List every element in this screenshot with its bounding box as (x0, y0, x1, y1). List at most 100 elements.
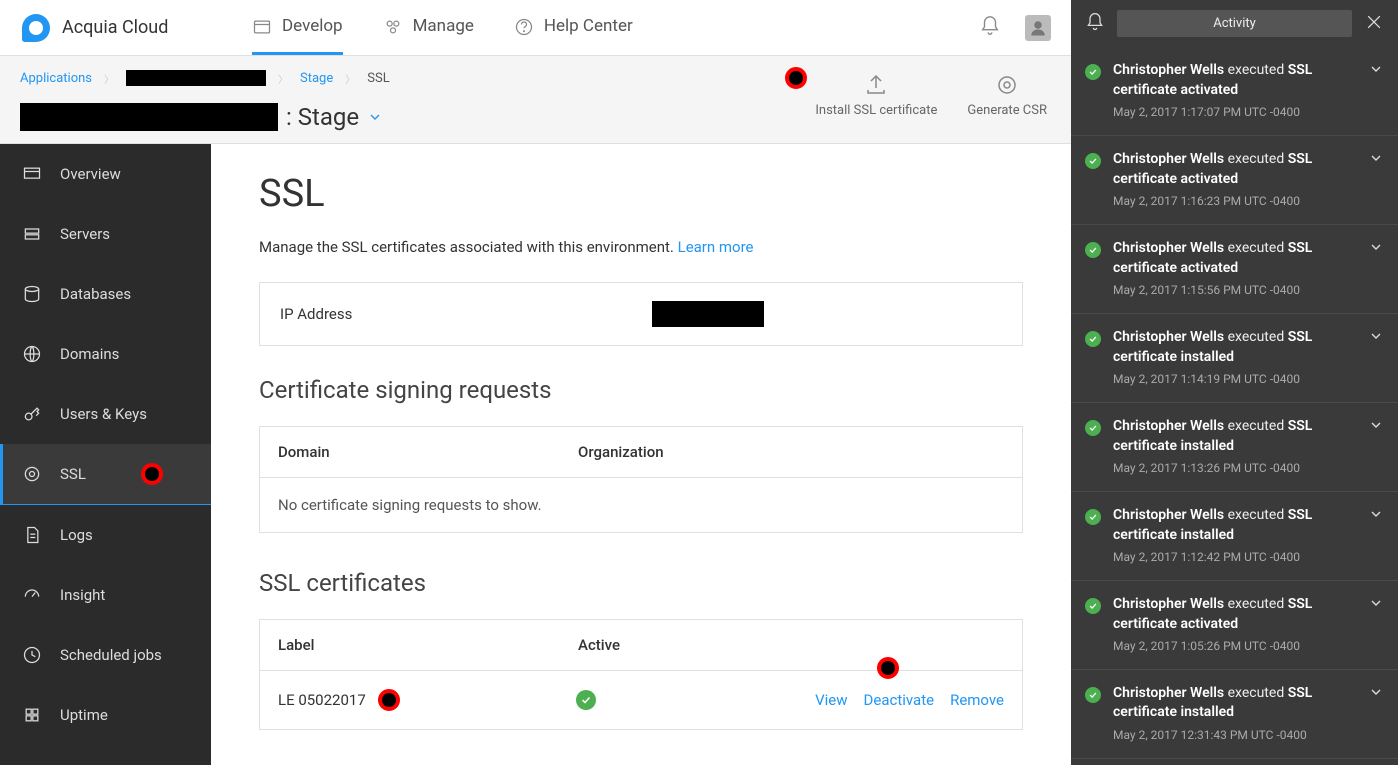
tab-help[interactable]: Help Center (514, 0, 633, 55)
activity-bell-icon[interactable] (1085, 12, 1105, 36)
activity-item[interactable]: Christopher Wells executed SSL certifica… (1071, 47, 1398, 136)
cert-col-label: Label (278, 636, 578, 654)
cert-deactivate-link[interactable]: Deactivate (864, 691, 935, 709)
sidebar-item-uptime[interactable]: Uptime (0, 685, 211, 745)
breadcrumb-ssl: SSL (367, 71, 389, 86)
success-check-icon (1085, 153, 1101, 169)
activity-button[interactable]: Activity (1117, 10, 1352, 37)
chevron-down-icon[interactable] (1368, 417, 1384, 437)
activity-item[interactable]: Christopher Wells executed SSL certifica… (1071, 492, 1398, 581)
activity-item[interactable]: Christopher Wells executed SSL certifica… (1071, 136, 1398, 225)
cert-row: LE 05022017 View Deactivate Remove (260, 671, 1022, 729)
annotation-marker (877, 657, 899, 679)
sidebar-label: Overview (60, 165, 121, 183)
activity-user: Christopher Wells (1113, 685, 1224, 701)
activity-item[interactable]: Christopher Wells executed SSL certifica… (1071, 403, 1398, 492)
sidebar-item-logs[interactable]: Logs (0, 505, 211, 565)
activity-user: Christopher Wells (1113, 240, 1224, 256)
close-icon[interactable] (1364, 12, 1384, 36)
install-ssl-label: Install SSL certificate (815, 103, 937, 118)
chevron-down-icon[interactable] (1368, 150, 1384, 170)
sidebar-item-databases[interactable]: Databases (0, 264, 211, 324)
activity-item[interactable]: Christopher Wells executed SSL certifica… (1071, 225, 1398, 314)
sidebar-item-insight[interactable]: Insight (0, 565, 211, 625)
page-description: Manage the SSL certificates associated w… (259, 238, 1023, 256)
chevron-down-icon[interactable] (1368, 239, 1384, 259)
globe-icon (22, 344, 42, 364)
csr-empty-row: No certificate signing requests to show. (260, 478, 1022, 532)
activity-timestamp: May 2, 2017 1:14:19 PM UTC -0400 (1113, 371, 1356, 388)
learn-more-link[interactable]: Learn more (678, 238, 754, 256)
chevron-down-icon[interactable] (1368, 684, 1384, 704)
sidebar-label: Domains (60, 345, 119, 363)
activity-panel: Activity Christopher Wells executed SSL … (1071, 0, 1398, 765)
cert-view-link[interactable]: View (815, 691, 847, 709)
activity-user: Christopher Wells (1113, 329, 1224, 345)
manage-icon (383, 17, 403, 35)
success-check-icon (1085, 420, 1101, 436)
env-suffix: : Stage (286, 103, 359, 131)
success-check-icon (1085, 509, 1101, 525)
sidebar-label: Logs (60, 526, 93, 544)
cert-label: LE 05022017 (278, 691, 366, 709)
activity-verb: executed (1228, 685, 1285, 701)
tab-manage[interactable]: Manage (383, 0, 474, 55)
csr-col-org: Organization (578, 443, 664, 461)
upload-icon (864, 73, 888, 97)
activity-verb: executed (1228, 596, 1285, 612)
csr-heading: Certificate signing requests (259, 376, 1023, 404)
tab-develop-label: Develop (282, 16, 343, 36)
success-check-icon (1085, 331, 1101, 347)
activity-user: Christopher Wells (1113, 507, 1224, 523)
cert-remove-link[interactable]: Remove (950, 691, 1004, 709)
activity-timestamp: May 2, 2017 1:12:42 PM UTC -0400 (1113, 549, 1356, 566)
annotation-marker (141, 463, 163, 485)
ip-address-box: IP Address (259, 282, 1023, 346)
gear-badge-icon (995, 73, 1019, 97)
sidebar-item-servers[interactable]: Servers (0, 204, 211, 264)
user-avatar[interactable] (1025, 15, 1051, 41)
install-ssl-button[interactable]: Install SSL certificate (815, 73, 937, 118)
activity-verb: executed (1228, 62, 1285, 78)
activity-item[interactable]: Christopher Wells executed SSL certifica… (1071, 314, 1398, 403)
activity-verb: executed (1228, 151, 1285, 167)
breadcrumbs: Applications 〉 〉 Stage 〉 SSL (20, 70, 390, 86)
clock-icon (22, 645, 42, 665)
sidebar-item-domains[interactable]: Domains (0, 324, 211, 384)
breadcrumb-applications[interactable]: Applications (20, 71, 92, 86)
activity-timestamp: May 2, 2017 1:16:23 PM UTC -0400 (1113, 193, 1356, 210)
generate-csr-button[interactable]: Generate CSR (967, 73, 1047, 118)
dashboard-icon (22, 585, 42, 605)
chevron-down-icon[interactable] (1368, 328, 1384, 348)
sidebar-label: Users & Keys (60, 405, 147, 423)
chevron-down-icon[interactable] (1368, 61, 1384, 81)
page-title: SSL (259, 172, 1023, 216)
chevron-down-icon[interactable] (1368, 506, 1384, 526)
annotation-marker (785, 67, 807, 89)
sidebar-item-ssl[interactable]: SSL (0, 444, 211, 505)
chevron-right-icon: 〉 (278, 71, 288, 86)
notifications-icon[interactable] (979, 15, 1001, 41)
tab-manage-label: Manage (413, 16, 474, 36)
environment-title[interactable]: : Stage (20, 103, 383, 131)
breadcrumb-stage[interactable]: Stage (300, 71, 333, 86)
sidebar-item-scheduled[interactable]: Scheduled jobs (0, 625, 211, 685)
brand[interactable]: Acquia Cloud (0, 14, 212, 42)
sidebar-label: Insight (60, 586, 105, 604)
ip-address-label: IP Address (280, 305, 352, 323)
brand-text: Acquia Cloud (62, 17, 168, 38)
annotation-marker (378, 689, 400, 711)
content-area: SSL Manage the SSL certificates associat… (211, 144, 1071, 765)
csr-col-domain: Domain (278, 443, 578, 461)
activity-item[interactable]: Christopher Wells executed SSL certifica… (1071, 670, 1398, 759)
activity-timestamp: May 2, 2017 12:31:43 PM UTC -0400 (1113, 727, 1356, 744)
chevron-down-icon[interactable] (1368, 595, 1384, 615)
sidebar-item-overview[interactable]: Overview (0, 144, 211, 204)
logs-icon (22, 525, 42, 545)
key-icon (22, 404, 42, 424)
servers-icon (22, 224, 42, 244)
sidebar-item-users[interactable]: Users & Keys (0, 384, 211, 444)
tab-develop[interactable]: Develop (252, 0, 343, 55)
csr-table: Domain Organization No certificate signi… (259, 426, 1023, 533)
activity-item[interactable]: Christopher Wells executed SSL certifica… (1071, 581, 1398, 670)
